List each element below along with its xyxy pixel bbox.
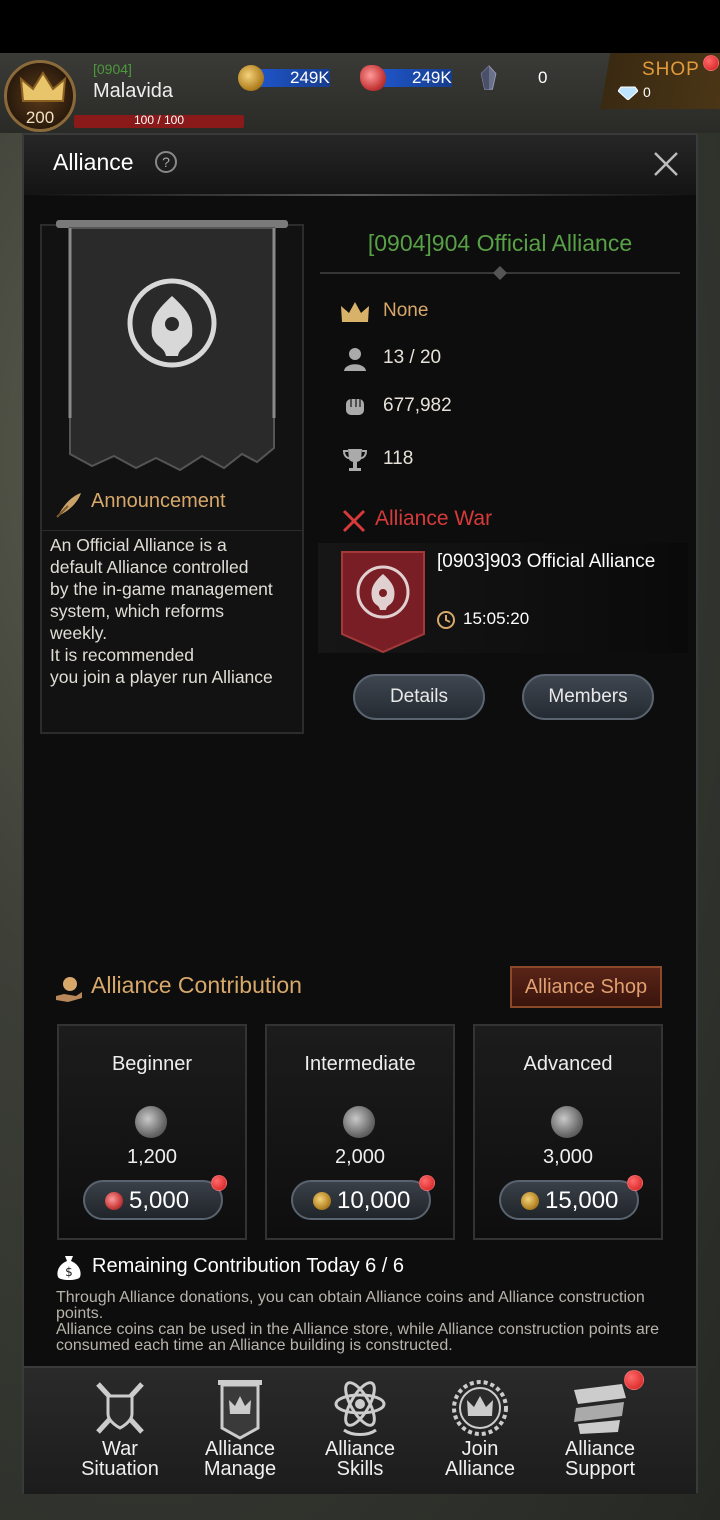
tier-name: Intermediate	[304, 1053, 416, 1075]
opponent-name: [0903]903 Official Alliance	[437, 551, 656, 572]
alliance-coin-icon	[343, 1106, 375, 1138]
player-server-tag: [0904]	[93, 61, 132, 77]
nav-label: Alliance Skills	[324, 1438, 396, 1480]
stat-leader: None	[340, 298, 640, 328]
trophy-icon	[342, 449, 368, 471]
nav-label: Alliance Manage	[203, 1438, 277, 1480]
donate-notification-dot	[211, 1175, 227, 1191]
gem-value: 0	[643, 84, 651, 100]
leader-value: None	[383, 300, 429, 321]
stat-members: 13 / 20	[340, 345, 640, 375]
donate-cost: 15,000	[545, 1187, 619, 1214]
tier-name: Beginner	[111, 1053, 193, 1075]
tier-reward: 1,200	[126, 1146, 178, 1168]
banner-crown-icon	[218, 1380, 262, 1440]
person-icon	[344, 348, 366, 371]
shop-notification-dot	[703, 55, 719, 71]
hp-text: 100 / 100	[133, 113, 185, 127]
donate-cost: 10,000	[337, 1187, 411, 1214]
player-level: 200	[25, 108, 55, 127]
opponent-flag-icon[interactable]	[340, 550, 426, 654]
crossed-axes-icon	[96, 1382, 144, 1434]
nav-alliance-skills[interactable]: Alliance Skills	[300, 1376, 420, 1486]
donate-button[interactable]: 10,000	[291, 1180, 431, 1220]
gold-coin-icon	[313, 1192, 331, 1210]
donate-hand-icon	[56, 977, 82, 1002]
nav-alliance-manage[interactable]: Alliance Manage	[180, 1376, 300, 1486]
power-value: 677,982	[383, 395, 452, 416]
alliance-coin-icon	[551, 1106, 583, 1138]
stat-power: 677,982	[340, 393, 640, 423]
nav-label: Join Alliance	[444, 1438, 516, 1480]
status-bar	[0, 0, 720, 53]
members-button[interactable]: Members	[522, 674, 654, 720]
nav-alliance-support[interactable]: Alliance Support	[540, 1376, 660, 1486]
player-name: Malavida	[93, 80, 174, 102]
alliance-war-title: Alliance War	[375, 507, 493, 530]
tier-card-advanced[interactable]: Advanced 3,000 15,000	[473, 1024, 663, 1240]
nav-war-situation[interactable]: War Situation	[60, 1376, 180, 1486]
crystal-resource[interactable]: 0	[476, 65, 566, 91]
header-divider	[30, 194, 690, 196]
nav-join-alliance[interactable]: Join Alliance	[420, 1376, 540, 1486]
remaining-contribution: Remaining Contribution Today 6 / 6	[92, 1255, 405, 1277]
name-divider	[320, 266, 680, 280]
help-icon[interactable]: ?	[155, 151, 177, 173]
tier-reward: 3,000	[542, 1146, 594, 1168]
crystal-icon	[480, 65, 497, 90]
stat-trophies: 118	[340, 446, 640, 476]
trophies-value: 118	[383, 448, 414, 469]
clock-icon	[437, 611, 455, 629]
crown-icon	[341, 302, 369, 322]
donate-cost: 5,000	[129, 1187, 190, 1214]
close-icon[interactable]	[650, 148, 682, 180]
tier-card-beginner[interactable]: Beginner 1,200 5,000	[57, 1024, 247, 1240]
crown-icon	[19, 71, 67, 102]
scroll-banner-icon	[574, 1384, 626, 1434]
page-title: Alliance	[53, 149, 134, 175]
contribution-info: Through Alliance donations, you can obta…	[56, 1289, 660, 1354]
gem-icon	[618, 86, 638, 100]
alliance-name: [0904]904 Official Alliance	[367, 230, 633, 256]
announcement-text: An Official Alliance is a default Allian…	[50, 535, 273, 687]
alliance-coin-icon	[135, 1106, 167, 1138]
tier-name: Advanced	[523, 1053, 613, 1075]
crossed-swords-icon	[342, 509, 366, 533]
gold-resource[interactable]: 249K	[238, 65, 338, 91]
tier-card-intermediate[interactable]: Intermediate 2,000 10,000	[265, 1024, 455, 1240]
meat-icon	[105, 1192, 123, 1210]
gold-coin-icon	[521, 1192, 539, 1210]
atom-icon	[334, 1381, 386, 1436]
money-bag-icon: $	[57, 1256, 81, 1280]
contribution-title: Alliance Contribution	[91, 972, 302, 998]
tier-reward: 2,000	[334, 1146, 386, 1168]
meat-resource[interactable]: 249K	[360, 65, 460, 91]
shop-label: SHOP	[642, 59, 700, 80]
gold-coin-icon	[238, 65, 264, 91]
donate-notification-dot	[627, 1175, 643, 1191]
nav-label: War Situation	[81, 1438, 159, 1480]
donate-button[interactable]: 15,000	[499, 1180, 639, 1220]
members-value: 13 / 20	[383, 347, 442, 368]
announcement-title: Announcement	[91, 490, 226, 512]
crystal-value: 0	[538, 68, 548, 87]
avatar[interactable]: 200	[4, 60, 76, 132]
nav-label: Alliance Support	[564, 1438, 636, 1480]
wreath-crown-icon	[452, 1380, 508, 1436]
alliance-shop-button[interactable]: Alliance Shop	[510, 966, 662, 1008]
fist-icon	[346, 399, 364, 415]
alliance-flag-icon[interactable]	[52, 218, 292, 478]
details-button[interactable]: Details	[353, 674, 485, 720]
meat-icon	[360, 65, 386, 91]
support-notification-dot	[624, 1370, 644, 1390]
donate-button[interactable]: 5,000	[83, 1180, 223, 1220]
svg-text:$: $	[65, 1265, 73, 1279]
donate-notification-dot	[419, 1175, 435, 1191]
meat-value: 249K	[412, 68, 452, 87]
war-timer: 15:05:20	[463, 609, 530, 628]
gold-value: 249K	[290, 68, 330, 87]
